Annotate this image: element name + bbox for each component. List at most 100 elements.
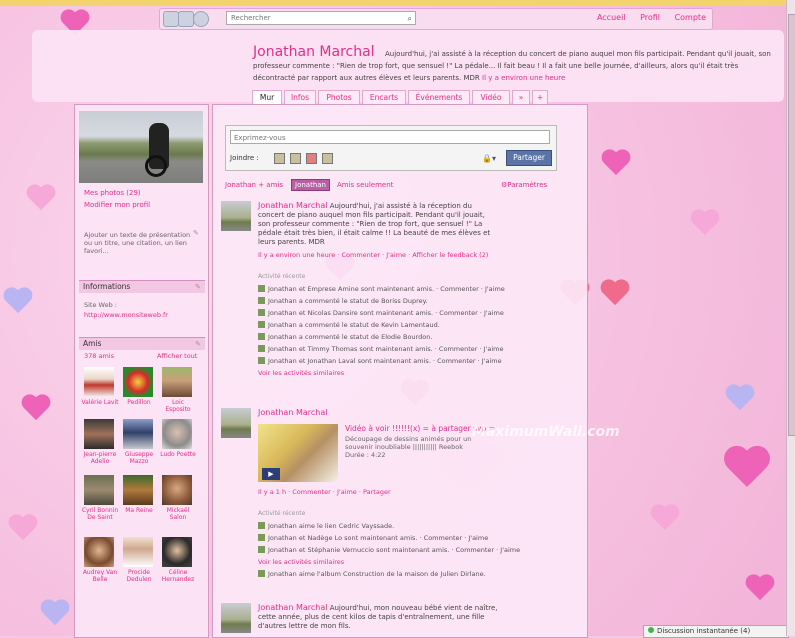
friend-name[interactable]: Céline Hernandez xyxy=(159,569,197,583)
home-link[interactable]: Accueil xyxy=(597,13,626,22)
edit-profile-link[interactable]: Modifier mon profil xyxy=(84,201,150,209)
settings-link[interactable]: ⚙ Paramètres xyxy=(501,181,547,189)
video-attach-icon[interactable] xyxy=(306,153,317,164)
friend-name[interactable]: Audrey Van Belle xyxy=(81,569,119,583)
friend-tile[interactable]: Giuseppe Mazzo xyxy=(120,419,158,465)
pencil-icon[interactable]: ✎ xyxy=(195,281,201,293)
page-scrollbar[interactable] xyxy=(786,0,795,636)
friend-avatar[interactable] xyxy=(84,367,114,397)
filter-jonathan-and-friends[interactable]: Jonathan + amis xyxy=(225,181,283,189)
friend-tile[interactable]: Ma Reine xyxy=(120,475,158,514)
chat-bar[interactable]: Discussion instantanée (4) xyxy=(643,625,789,638)
friend-avatar[interactable] xyxy=(162,475,192,505)
friend-name[interactable]: Valérie Lavit xyxy=(81,399,119,406)
post-author-name[interactable]: Jonathan Marchal xyxy=(258,603,327,612)
friend-tile[interactable]: Ludo Poette xyxy=(159,419,197,458)
tab-events[interactable]: Événements xyxy=(408,90,470,105)
friend-tile[interactable]: Loic Esposito xyxy=(159,367,197,413)
profile-picture[interactable] xyxy=(79,111,203,183)
friend-avatar[interactable] xyxy=(123,367,153,397)
friend-tile[interactable]: Céline Hernandez xyxy=(159,537,197,583)
post-author-name[interactable]: Jonathan Marchal xyxy=(258,408,327,417)
activity-text[interactable]: Jonathan et Stéphanie Vernuccio sont mai… xyxy=(268,546,520,554)
photo-attach-icon[interactable] xyxy=(274,153,285,164)
activity-text[interactable]: Jonathan et Nadège Lo sont maintenant am… xyxy=(268,534,488,542)
friend-name[interactable]: Jean-pierre Adelio xyxy=(81,451,119,465)
tab-more[interactable]: » xyxy=(512,90,530,105)
post-author-avatar[interactable] xyxy=(221,603,251,633)
activity-text[interactable]: Jonathan aime le lien Cedric Vayssade. xyxy=(268,522,394,530)
friends-count-link[interactable]: 378 amis xyxy=(84,352,114,360)
friend-avatar[interactable] xyxy=(123,419,153,449)
friend-tile[interactable]: Audrey Van Belle xyxy=(81,537,119,583)
friend-avatar[interactable] xyxy=(123,475,153,505)
friend-avatar[interactable] xyxy=(84,419,114,449)
play-icon[interactable]: ▶ xyxy=(262,468,280,480)
post-meta[interactable]: Il y a 1 h · Commenter · J'aime · Partag… xyxy=(258,488,391,496)
friend-avatar[interactable] xyxy=(162,367,192,397)
search-icon[interactable]: ⌕ xyxy=(408,13,412,25)
friend-name[interactable]: Ma Reine xyxy=(120,507,158,514)
status-input[interactable]: Exprimez-vous xyxy=(230,130,550,144)
status-time-link[interactable]: Il y a environ une heure xyxy=(482,74,565,82)
post-author-avatar[interactable] xyxy=(221,408,251,438)
tab-wall[interactable]: Mur xyxy=(252,90,282,105)
activity-text[interactable]: Jonathan et Nicolas Dansire sont mainten… xyxy=(268,309,504,317)
tab-photos[interactable]: Photos xyxy=(318,90,360,105)
friend-tile[interactable]: Valérie Lavit xyxy=(81,367,119,406)
post-author-name[interactable]: Jonathan Marchal xyxy=(258,201,327,210)
friend-name[interactable]: Loic Esposito xyxy=(159,399,197,413)
friend-avatar[interactable] xyxy=(162,419,192,449)
my-photos-link[interactable]: Mes photos (29) xyxy=(84,189,141,197)
tab-video[interactable]: Vidéo xyxy=(472,90,510,105)
website-link[interactable]: http://www.monsiteweb.fr xyxy=(84,311,168,319)
notifications-icon[interactable] xyxy=(193,11,209,27)
friend-name[interactable]: Cyril Bonnin De Saint xyxy=(81,507,119,521)
friend-requests-icon[interactable] xyxy=(163,11,179,27)
show-all-friends-link[interactable]: Afficher tout xyxy=(157,352,197,360)
filter-jonathan[interactable]: Jonathan xyxy=(291,179,330,191)
scrollbar-thumb[interactable] xyxy=(788,14,795,436)
activity-text[interactable]: Jonathan aime l'album Construction de la… xyxy=(268,570,486,578)
friend-name[interactable]: Pedillon xyxy=(120,399,158,406)
see-similar-link[interactable]: Voir les activités similaires xyxy=(258,558,344,566)
activity-text[interactable]: Jonathan et Jonathan Laval sont maintena… xyxy=(268,357,502,365)
friend-name[interactable]: Giuseppe Mazzo xyxy=(120,451,158,465)
privacy-lock-icon[interactable]: 🔒▾ xyxy=(482,154,496,163)
video-thumbnail[interactable]: ▶ xyxy=(258,424,338,482)
friend-tile[interactable]: Jean-pierre Adelio xyxy=(81,419,119,465)
account-link[interactable]: Compte xyxy=(675,13,706,22)
tab-add[interactable]: + xyxy=(532,90,548,105)
post-meta[interactable]: Il y a environ une heure · Commenter · J… xyxy=(258,251,488,259)
link-attach-icon[interactable] xyxy=(290,153,301,164)
activity-text[interactable]: Jonathan et Emprese Amine sont maintenan… xyxy=(268,285,505,293)
activity-text[interactable]: Jonathan a commenté le statut de Elodie … xyxy=(268,333,432,341)
activity-text[interactable]: Jonathan a commenté le statut de Boriss … xyxy=(268,297,428,305)
share-button[interactable]: Partager xyxy=(506,150,552,166)
friend-tile[interactable]: Pedillon xyxy=(120,367,158,406)
filter-friends-only[interactable]: Amis seulement xyxy=(337,181,393,189)
friend-avatar[interactable] xyxy=(84,475,114,505)
friend-avatar[interactable] xyxy=(162,537,192,567)
activity-text[interactable]: Jonathan a commenté le statut de Kevin L… xyxy=(268,321,440,329)
friend-tile[interactable]: Cyril Bonnin De Saint xyxy=(81,475,119,521)
about-text[interactable]: Ajouter un texte de présentation ou un t… xyxy=(84,231,194,255)
friend-name[interactable]: Ludo Poette xyxy=(159,451,197,458)
event-attach-icon[interactable] xyxy=(322,153,333,164)
post-author-avatar[interactable] xyxy=(221,201,251,231)
activity-text[interactable]: Jonathan et Timmy Thomas sont maintenant… xyxy=(268,345,503,353)
friend-name[interactable]: Mickaël Salon xyxy=(159,507,197,521)
friend-name[interactable]: Procide Dedulen xyxy=(120,569,158,583)
friend-avatar[interactable] xyxy=(123,537,153,567)
friend-tile[interactable]: Procide Dedulen xyxy=(120,537,158,583)
pencil-icon[interactable]: ✎ xyxy=(193,229,199,237)
see-similar-link[interactable]: Voir les activités similaires xyxy=(258,369,344,377)
search-input[interactable]: Rechercher ⌕ xyxy=(226,11,416,25)
profile-link[interactable]: Profil xyxy=(640,13,660,22)
tab-boxes[interactable]: Encarts xyxy=(362,90,406,105)
messages-icon[interactable] xyxy=(178,11,194,27)
friend-avatar[interactable] xyxy=(84,537,114,567)
friend-tile[interactable]: Mickaël Salon xyxy=(159,475,197,521)
pencil-icon[interactable]: ✎ xyxy=(195,338,201,350)
tab-info[interactable]: Infos xyxy=(284,90,316,105)
